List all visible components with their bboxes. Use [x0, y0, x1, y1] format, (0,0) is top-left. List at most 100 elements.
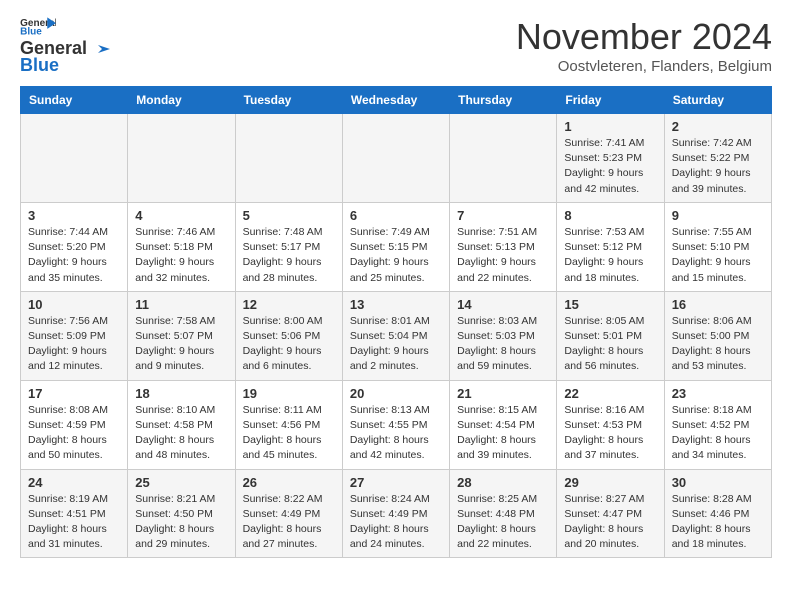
day-info: Sunrise: 7:41 AM Sunset: 5:23 PM Dayligh…	[564, 136, 656, 197]
calendar-week-row: 10 Sunrise: 7:56 AM Sunset: 5:09 PM Dayli…	[21, 291, 772, 380]
calendar-cell: 27 Sunrise: 8:24 AM Sunset: 4:49 PM Dayli…	[342, 469, 449, 558]
day-number: 4	[135, 208, 227, 223]
location-title: Oostvleteren, Flanders, Belgium	[516, 58, 772, 75]
calendar-cell: 9Sunrise: 7:55 AM Sunset: 5:10 PM Daylig…	[664, 202, 771, 291]
calendar-week-row: 24 Sunrise: 8:19 AM Sunset: 4:51 PM Dayli…	[21, 469, 772, 558]
day-info: Sunrise: 8:27 AM Sunset: 4:47 PM Dayligh…	[564, 492, 656, 553]
svg-text:Blue: Blue	[20, 27, 42, 36]
day-info: Sunrise: 7:49 AM Sunset: 5:15 PM Dayligh…	[350, 225, 442, 286]
calendar-week-row: 17 Sunrise: 8:08 AM Sunset: 4:59 PM Dayli…	[21, 380, 772, 469]
calendar-cell: 12Sunrise: 8:00 AM Sunset: 5:06 PM Dayli…	[235, 291, 342, 380]
calendar-cell: 20 Sunrise: 8:13 AM Sunset: 4:55 PM Dayli…	[342, 380, 449, 469]
calendar-cell: 3Sunrise: 7:44 AM Sunset: 5:20 PM Daylig…	[21, 202, 128, 291]
calendar-cell: 2Sunrise: 7:42 AM Sunset: 5:22 PM Daylig…	[664, 114, 771, 203]
col-header-thursday: Thursday	[450, 87, 557, 114]
day-number: 14	[457, 297, 549, 312]
day-info: Sunrise: 8:08 AM Sunset: 4:59 PM Dayligh…	[28, 403, 120, 464]
calendar-table: SundayMondayTuesdayWednesdayThursdayFrid…	[20, 86, 772, 558]
calendar-cell	[450, 114, 557, 203]
calendar-header-row: SundayMondayTuesdayWednesdayThursdayFrid…	[21, 87, 772, 114]
day-info: Sunrise: 7:42 AM Sunset: 5:22 PM Dayligh…	[672, 136, 764, 197]
day-info: Sunrise: 8:18 AM Sunset: 4:52 PM Dayligh…	[672, 403, 764, 464]
calendar-cell: 23 Sunrise: 8:18 AM Sunset: 4:52 PM Dayli…	[664, 380, 771, 469]
calendar-cell: 5 Sunrise: 7:48 AM Sunset: 5:17 PM Daylig…	[235, 202, 342, 291]
day-info: Sunrise: 8:28 AM Sunset: 4:46 PM Dayligh…	[672, 492, 764, 553]
title-area: November 2024 Oostvleteren, Flanders, Be…	[516, 16, 772, 75]
day-info: Sunrise: 8:05 AM Sunset: 5:01 PM Dayligh…	[564, 314, 656, 375]
calendar-cell: 6Sunrise: 7:49 AM Sunset: 5:15 PM Daylig…	[342, 202, 449, 291]
day-info: Sunrise: 7:58 AM Sunset: 5:07 PM Dayligh…	[135, 314, 227, 375]
day-info: Sunrise: 7:48 AM Sunset: 5:17 PM Dayligh…	[243, 225, 335, 286]
calendar-week-row: 1Sunrise: 7:41 AM Sunset: 5:23 PM Daylig…	[21, 114, 772, 203]
col-header-sunday: Sunday	[21, 87, 128, 114]
calendar-cell: 29 Sunrise: 8:27 AM Sunset: 4:47 PM Dayli…	[557, 469, 664, 558]
calendar-cell: 25Sunrise: 8:21 AM Sunset: 4:50 PM Dayli…	[128, 469, 235, 558]
calendar-cell: 8 Sunrise: 7:53 AM Sunset: 5:12 PM Daylig…	[557, 202, 664, 291]
day-number: 13	[350, 297, 442, 312]
day-number: 21	[457, 386, 549, 401]
day-info: Sunrise: 8:16 AM Sunset: 4:53 PM Dayligh…	[564, 403, 656, 464]
day-number: 24	[28, 475, 120, 490]
day-number: 7	[457, 208, 549, 223]
day-number: 11	[135, 297, 227, 312]
logo-bird-icon	[88, 41, 110, 57]
day-info: Sunrise: 7:51 AM Sunset: 5:13 PM Dayligh…	[457, 225, 549, 286]
calendar-cell: 17 Sunrise: 8:08 AM Sunset: 4:59 PM Dayli…	[21, 380, 128, 469]
logo: General Blue General Blue	[20, 16, 111, 76]
header: General Blue General Blue November 2024 …	[20, 16, 772, 76]
day-number: 5	[243, 208, 335, 223]
day-number: 17	[28, 386, 120, 401]
day-info: Sunrise: 8:13 AM Sunset: 4:55 PM Dayligh…	[350, 403, 442, 464]
day-info: Sunrise: 7:44 AM Sunset: 5:20 PM Dayligh…	[28, 225, 120, 286]
day-info: Sunrise: 8:06 AM Sunset: 5:00 PM Dayligh…	[672, 314, 764, 375]
day-info: Sunrise: 8:24 AM Sunset: 4:49 PM Dayligh…	[350, 492, 442, 553]
calendar-cell: 11 Sunrise: 7:58 AM Sunset: 5:07 PM Dayli…	[128, 291, 235, 380]
day-number: 27	[350, 475, 442, 490]
calendar-cell: 13 Sunrise: 8:01 AM Sunset: 5:04 PM Dayli…	[342, 291, 449, 380]
col-header-wednesday: Wednesday	[342, 87, 449, 114]
day-info: Sunrise: 8:11 AM Sunset: 4:56 PM Dayligh…	[243, 403, 335, 464]
calendar-cell: 4 Sunrise: 7:46 AM Sunset: 5:18 PM Daylig…	[128, 202, 235, 291]
calendar-week-row: 3Sunrise: 7:44 AM Sunset: 5:20 PM Daylig…	[21, 202, 772, 291]
day-info: Sunrise: 7:55 AM Sunset: 5:10 PM Dayligh…	[672, 225, 764, 286]
day-info: Sunrise: 8:22 AM Sunset: 4:49 PM Dayligh…	[243, 492, 335, 553]
day-info: Sunrise: 8:01 AM Sunset: 5:04 PM Dayligh…	[350, 314, 442, 375]
col-header-saturday: Saturday	[664, 87, 771, 114]
day-number: 18	[135, 386, 227, 401]
day-info: Sunrise: 8:19 AM Sunset: 4:51 PM Dayligh…	[28, 492, 120, 553]
day-info: Sunrise: 7:46 AM Sunset: 5:18 PM Dayligh…	[135, 225, 227, 286]
calendar-cell: 19 Sunrise: 8:11 AM Sunset: 4:56 PM Dayli…	[235, 380, 342, 469]
day-number: 28	[457, 475, 549, 490]
calendar-cell	[235, 114, 342, 203]
calendar-cell: 21 Sunrise: 8:15 AM Sunset: 4:54 PM Dayli…	[450, 380, 557, 469]
day-info: Sunrise: 8:03 AM Sunset: 5:03 PM Dayligh…	[457, 314, 549, 375]
day-number: 29	[564, 475, 656, 490]
day-number: 10	[28, 297, 120, 312]
day-info: Sunrise: 8:10 AM Sunset: 4:58 PM Dayligh…	[135, 403, 227, 464]
logo-blue: Blue	[20, 55, 59, 76]
day-number: 20	[350, 386, 442, 401]
calendar-cell: 22Sunrise: 8:16 AM Sunset: 4:53 PM Dayli…	[557, 380, 664, 469]
calendar-cell: 15Sunrise: 8:05 AM Sunset: 5:01 PM Dayli…	[557, 291, 664, 380]
calendar-cell	[21, 114, 128, 203]
calendar-cell: 24 Sunrise: 8:19 AM Sunset: 4:51 PM Dayli…	[21, 469, 128, 558]
col-header-tuesday: Tuesday	[235, 87, 342, 114]
day-info: Sunrise: 7:56 AM Sunset: 5:09 PM Dayligh…	[28, 314, 120, 375]
day-info: Sunrise: 7:53 AM Sunset: 5:12 PM Dayligh…	[564, 225, 656, 286]
day-number: 19	[243, 386, 335, 401]
calendar-cell: 7 Sunrise: 7:51 AM Sunset: 5:13 PM Daylig…	[450, 202, 557, 291]
day-info: Sunrise: 8:21 AM Sunset: 4:50 PM Dayligh…	[135, 492, 227, 553]
calendar-cell: 16Sunrise: 8:06 AM Sunset: 5:00 PM Dayli…	[664, 291, 771, 380]
calendar-cell	[128, 114, 235, 203]
day-number: 23	[672, 386, 764, 401]
calendar-cell	[342, 114, 449, 203]
calendar-cell: 30Sunrise: 8:28 AM Sunset: 4:46 PM Dayli…	[664, 469, 771, 558]
logo-icon: General Blue	[20, 16, 56, 36]
day-info: Sunrise: 8:15 AM Sunset: 4:54 PM Dayligh…	[457, 403, 549, 464]
day-number: 26	[243, 475, 335, 490]
col-header-monday: Monday	[128, 87, 235, 114]
month-title: November 2024	[516, 16, 772, 58]
day-number: 8	[564, 208, 656, 223]
calendar-cell: 26 Sunrise: 8:22 AM Sunset: 4:49 PM Dayli…	[235, 469, 342, 558]
day-info: Sunrise: 8:25 AM Sunset: 4:48 PM Dayligh…	[457, 492, 549, 553]
